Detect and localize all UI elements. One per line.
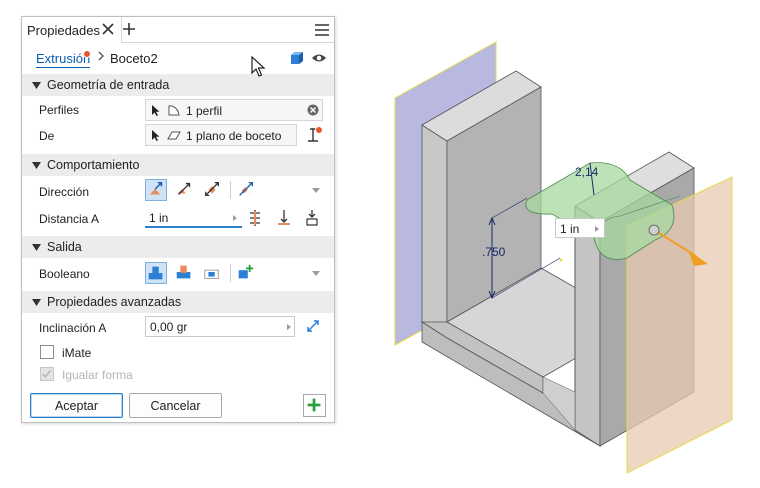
panel-titlebar: Propiedades xyxy=(22,17,334,43)
profile-shape-icon xyxy=(168,105,180,116)
profiles-selector[interactable]: 1 perfil xyxy=(145,99,323,121)
cancel-button[interactable]: Cancelar xyxy=(129,393,222,418)
new-solid-icon xyxy=(238,264,254,279)
clear-selection-icon[interactable] xyxy=(307,104,319,116)
chevron-right-icon xyxy=(98,51,104,61)
boolean-intersect-button[interactable] xyxy=(202,262,224,284)
match-shape-checkbox[interactable] xyxy=(40,367,54,381)
collapse-triangle-icon xyxy=(32,82,41,89)
collapse-triangle-icon xyxy=(32,244,41,251)
from-value: 1 plano de boceto xyxy=(186,129,282,143)
checkmark-icon xyxy=(42,370,52,378)
divider xyxy=(230,264,231,282)
new-solid-button[interactable] xyxy=(236,262,258,284)
dimension-radius-text: 2,14 xyxy=(575,165,599,179)
collapse-triangle-icon xyxy=(32,299,41,306)
intersect-icon xyxy=(204,269,219,279)
plus-icon xyxy=(307,398,321,412)
direction-default-button[interactable] xyxy=(145,179,167,201)
close-icon[interactable] xyxy=(99,20,117,38)
join-icon xyxy=(148,266,163,280)
boolean-join-button[interactable] xyxy=(145,262,167,284)
edit-badge-icon xyxy=(83,50,91,58)
section-advanced[interactable]: Propiedades avanzadas xyxy=(22,291,334,313)
extent-between-icon[interactable] xyxy=(247,209,263,227)
direction-asymmetric-button[interactable] xyxy=(236,179,258,201)
taper-label: Inclinación A xyxy=(39,321,107,335)
properties-panel: Propiedades Extrusión Boceto2 Geometría … xyxy=(21,16,335,423)
sketch-plane-icon xyxy=(167,131,181,140)
value-menu-arrow-icon[interactable] xyxy=(231,214,239,222)
direction-symmetric-icon xyxy=(205,182,219,196)
boolean-cut-button[interactable] xyxy=(174,262,196,284)
visibility-eye-icon[interactable] xyxy=(311,52,327,64)
tab-title: Propiedades xyxy=(27,22,100,38)
imate-checkbox[interactable] xyxy=(40,345,54,359)
extent-to-icon[interactable] xyxy=(276,209,292,227)
breadcrumb-sketch[interactable]: Boceto2 xyxy=(110,51,158,66)
value-menu-arrow-icon[interactable] xyxy=(593,225,601,233)
section-input-geometry[interactable]: Geometría de entrada xyxy=(22,74,334,96)
direction-symmetric-button[interactable] xyxy=(202,179,224,201)
select-cursor-icon xyxy=(152,130,160,141)
ok-label: Aceptar xyxy=(54,398,99,413)
extent-through-all-icon[interactable] xyxy=(304,209,320,227)
from-label: De xyxy=(39,129,55,143)
boolean-label: Booleano xyxy=(39,267,90,281)
dropdown-arrow-icon[interactable] xyxy=(312,271,320,277)
distance-overlay-value: 1 in xyxy=(560,222,580,236)
select-cursor-icon xyxy=(152,105,160,116)
collapse-triangle-icon xyxy=(32,162,41,169)
imate-label: iMate xyxy=(62,346,92,360)
cancel-label: Cancelar xyxy=(150,398,201,413)
sketch-point xyxy=(559,258,563,262)
mouse-pointer-icon xyxy=(251,56,266,77)
direction-flipped-button[interactable] xyxy=(174,179,196,201)
taper-value: 0,00 gr xyxy=(150,320,188,334)
breadcrumb: Extrusión Boceto2 xyxy=(22,43,334,73)
ok-button[interactable]: Aceptar xyxy=(30,393,123,418)
apply-new-button[interactable] xyxy=(303,394,326,417)
dimension-vertical-text: .750 xyxy=(482,245,506,259)
solid-body-icon[interactable] xyxy=(289,50,305,66)
divider xyxy=(230,181,231,199)
taper-input[interactable]: 0,00 gr xyxy=(145,316,295,337)
section-title: Propiedades avanzadas xyxy=(47,295,182,309)
value-menu-arrow-icon[interactable] xyxy=(285,323,293,331)
distance-label: Distancia A xyxy=(39,212,100,226)
profiles-value: 1 perfil xyxy=(186,104,223,118)
cut-icon xyxy=(176,265,191,279)
profiles-label: Perfiles xyxy=(39,103,80,117)
match-shape-label: Igualar forma xyxy=(62,368,133,382)
direction-default-icon xyxy=(149,182,163,195)
model-viewport[interactable]: .750 2,14 xyxy=(370,30,760,488)
section-behavior[interactable]: Comportamiento xyxy=(22,154,334,176)
dropdown-arrow-icon[interactable] xyxy=(312,188,320,194)
distance-input[interactable]: 1 in xyxy=(145,207,242,228)
section-title: Comportamiento xyxy=(47,158,140,172)
section-output[interactable]: Salida xyxy=(22,236,334,258)
direction-label: Dirección xyxy=(39,185,90,199)
section-title: Salida xyxy=(47,240,82,254)
distance-value: 1 in xyxy=(149,211,169,225)
section-title: Geometría de entrada xyxy=(47,78,170,92)
hamburger-menu-icon[interactable] xyxy=(314,22,330,38)
distance-overlay-input[interactable]: 1 in xyxy=(555,218,605,238)
flip-taper-icon[interactable] xyxy=(304,317,322,335)
start-plane-icon[interactable] xyxy=(305,125,325,145)
from-selector[interactable]: 1 plano de boceto xyxy=(145,124,297,146)
direction-flipped-icon xyxy=(177,182,191,195)
add-tab-icon[interactable] xyxy=(122,20,136,38)
direction-asymmetric-icon xyxy=(239,182,253,196)
